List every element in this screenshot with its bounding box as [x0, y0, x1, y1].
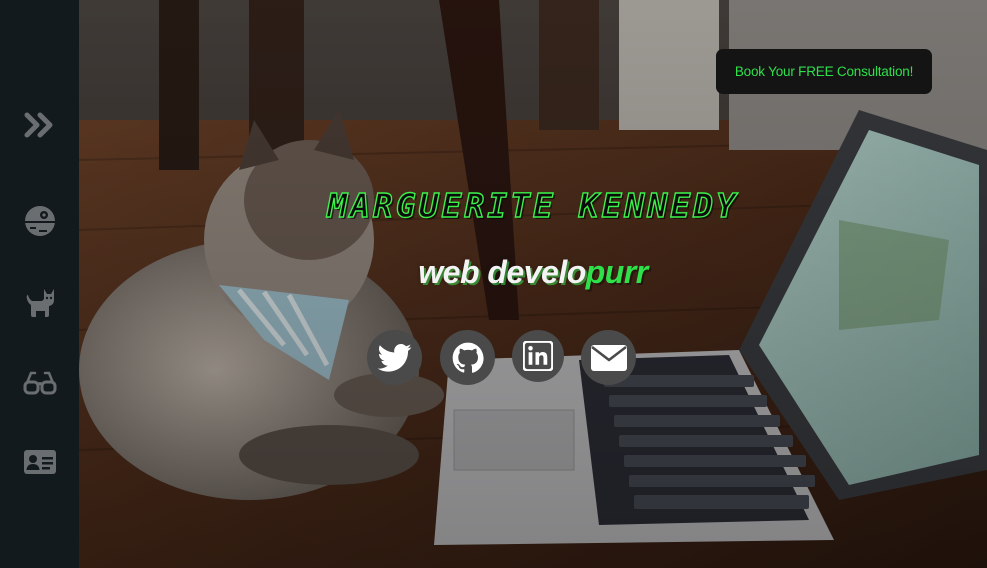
sidebar-item-death-star[interactable]: [0, 193, 79, 249]
sidebar-item-expand[interactable]: [0, 97, 79, 153]
sidebar-item-contact-card[interactable]: [0, 434, 79, 490]
id-card-icon: [23, 450, 56, 474]
hero-role: web developurr: [79, 254, 987, 291]
book-consultation-button[interactable]: Book Your FREE Consultation!: [716, 49, 932, 94]
sidebar-item-glasses[interactable]: [0, 355, 79, 411]
github-link[interactable]: [440, 330, 495, 385]
cat-icon: [26, 289, 54, 317]
double-chevron-right-icon: [24, 112, 52, 138]
death-star-icon: [24, 206, 55, 236]
glasses-icon: [23, 371, 56, 395]
sidebar: [0, 0, 79, 568]
hero-name: MARGUERITE KENNEDY: [326, 185, 739, 225]
hero-role-part2: purr: [585, 254, 649, 290]
envelope-icon: [590, 344, 627, 371]
twitter-icon: [377, 343, 411, 372]
linkedin-icon: [523, 341, 553, 371]
hero-role-part1: web develo: [418, 254, 586, 290]
page: Book Your FREE Consultation! MARGUERITE …: [0, 0, 987, 568]
sidebar-item-cat[interactable]: [0, 275, 79, 331]
github-icon: [452, 342, 484, 373]
twitter-link[interactable]: [367, 330, 422, 385]
email-link[interactable]: [581, 330, 636, 385]
linkedin-link[interactable]: [512, 330, 564, 382]
